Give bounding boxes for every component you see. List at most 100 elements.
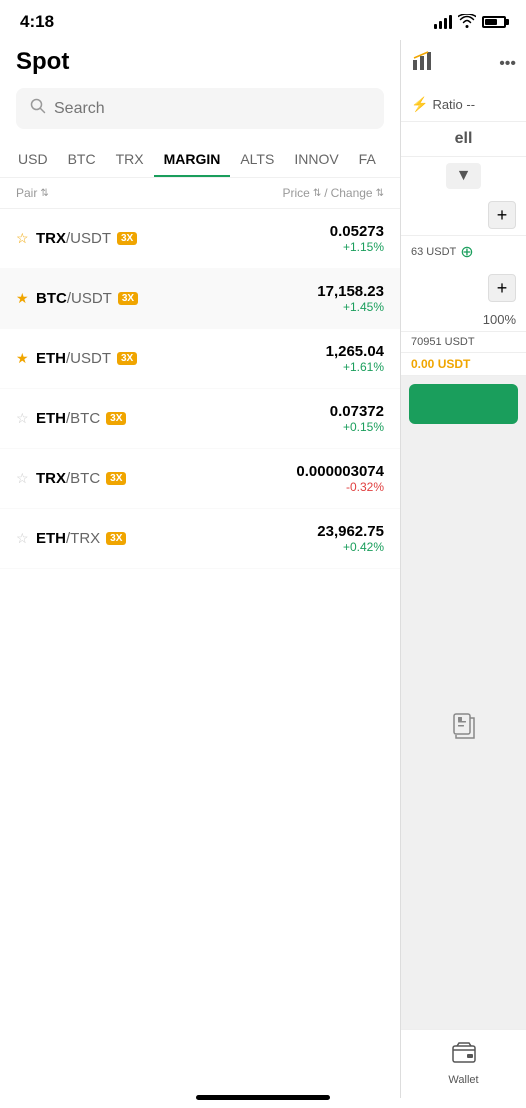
tabs-row: USD BTC TRX MARGIN ALTS INNOV FA [0, 141, 400, 178]
search-box[interactable] [16, 88, 384, 129]
pair-change: +1.15% [330, 240, 384, 254]
orange-amount-text: 0.00 USDT [411, 357, 470, 371]
plus-circle-icon[interactable]: ⊕ [460, 242, 473, 262]
home-indicator [196, 1095, 330, 1100]
pair-left: ☆ ETH/BTC 3X [16, 410, 126, 427]
star-icon[interactable]: ☆ [16, 530, 30, 547]
pair-badge: 3X [117, 352, 137, 365]
pair-row[interactable]: ☆ TRX/BTC 3X 0.000003074 -0.32% [0, 449, 400, 509]
pair-price: 0.05273 [330, 223, 384, 240]
buy-button[interactable] [409, 384, 518, 424]
tab-margin[interactable]: MARGIN [154, 141, 231, 177]
pair-right: 17,158.23 +1.45% [317, 283, 384, 314]
pair-name: TRX/BTC [36, 470, 100, 487]
signal-bars-icon [434, 15, 452, 29]
pair-row[interactable]: ★ ETH/USDT 3X 1,265.04 +1.61% [0, 329, 400, 389]
tab-usd[interactable]: USD [8, 141, 58, 177]
price-change-column-header[interactable]: Price ⇅ / Change ⇅ [282, 186, 384, 200]
plus-btn-row-1: + [401, 195, 526, 235]
status-icons [434, 14, 506, 31]
plus-button-2[interactable]: + [488, 274, 516, 302]
pair-price: 23,962.75 [317, 523, 384, 540]
status-time: 4:18 [20, 12, 54, 32]
right-top-bar: ••• [401, 40, 526, 88]
pair-price: 17,158.23 [317, 283, 384, 300]
doc-icon-area[interactable] [401, 701, 526, 760]
plus-button-1[interactable]: + [488, 201, 516, 229]
pair-right: 0.05273 +1.15% [330, 223, 384, 254]
wallet-section[interactable]: Wallet [401, 1029, 526, 1098]
document-icon [452, 713, 476, 748]
pair-right: 1,265.04 +1.61% [326, 343, 384, 374]
pair-row[interactable]: ☆ ETH/BTC 3X 0.07372 +0.15% [0, 389, 400, 449]
right-panel: ••• ⚡ Ratio -- ell ▼ + 63 USDT ⊕ + 100% [400, 40, 526, 1098]
pair-row[interactable]: ☆ ETH/TRX 3X 23,962.75 +0.42% [0, 509, 400, 569]
tab-btc[interactable]: BTC [58, 141, 106, 177]
search-icon [30, 98, 46, 119]
wifi-icon [458, 14, 476, 31]
pair-badge: 3X [106, 532, 126, 545]
star-icon[interactable]: ☆ [16, 230, 30, 247]
pair-change: -0.32% [296, 480, 384, 494]
pair-left: ★ ETH/USDT 3X [16, 350, 137, 367]
pair-price: 0.07372 [330, 403, 384, 420]
pair-name: TRX/USDT [36, 230, 111, 247]
pair-change: +1.45% [317, 300, 384, 314]
tab-trx[interactable]: TRX [106, 141, 154, 177]
pair-sort-icon: ⇅ [40, 188, 48, 199]
ratio-text: Ratio -- [432, 97, 475, 112]
pair-badge: 3X [117, 232, 137, 245]
battery-icon [482, 16, 506, 28]
tab-fa[interactable]: FA [349, 141, 386, 177]
right-bottom-spacer [401, 760, 526, 1029]
pair-row[interactable]: ☆ TRX/USDT 3X 0.05273 +1.15% [0, 209, 400, 269]
status-bar: 4:18 [0, 0, 526, 40]
pair-name: ETH/BTC [36, 410, 100, 427]
pair-change: +1.61% [326, 360, 384, 374]
table-header: Pair ⇅ Price ⇅ / Change ⇅ [0, 178, 400, 209]
star-icon[interactable]: ★ [16, 290, 30, 307]
pair-left: ☆ TRX/BTC 3X [16, 470, 126, 487]
pair-left: ★ BTC/USDT 3X [16, 290, 138, 307]
star-icon[interactable]: ☆ [16, 470, 30, 487]
dropdown-button[interactable]: ▼ [446, 163, 482, 189]
right-spacer [401, 432, 526, 701]
tab-alts[interactable]: ALTS [230, 141, 284, 177]
pair-right: 0.000003074 -0.32% [296, 463, 384, 494]
change-sort-icon: ⇅ [376, 188, 384, 199]
percent-display: 100% [401, 308, 526, 332]
orange-amount-display: 0.00 USDT [401, 353, 526, 376]
price-sort-icon: ⇅ [313, 188, 321, 199]
pair-badge: 3X [106, 412, 126, 425]
ratio-row: ⚡ Ratio -- [401, 88, 526, 122]
lightning-icon: ⚡ [411, 96, 428, 113]
pair-list: ☆ TRX/USDT 3X 0.05273 +1.15% ★ BTC/USDT [0, 209, 400, 1098]
pair-name: ETH/USDT [36, 350, 111, 367]
pair-change: +0.15% [330, 420, 384, 434]
search-input[interactable] [54, 100, 370, 118]
pair-badge: 3X [118, 292, 138, 305]
wallet-label: Wallet [448, 1074, 478, 1086]
pair-price: 0.000003074 [296, 463, 384, 480]
buy-sell-label: ell [401, 122, 526, 157]
pair-row[interactable]: ★ BTC/USDT 3X 17,158.23 +1.45% [0, 269, 400, 329]
price-display: 63 USDT ⊕ [401, 235, 526, 268]
header: Spot [0, 40, 400, 141]
main-layout: Spot USD BTC TRX MARGIN ALTS INNOV FA [0, 40, 526, 1098]
plus-btn-row-2: + [401, 268, 526, 308]
tab-innov[interactable]: INNOV [284, 141, 348, 177]
pair-left: ☆ ETH/TRX 3X [16, 530, 126, 547]
star-icon[interactable]: ☆ [16, 410, 30, 427]
more-options-icon[interactable]: ••• [499, 55, 516, 73]
star-icon[interactable]: ★ [16, 350, 30, 367]
pair-column-header[interactable]: Pair ⇅ [16, 186, 49, 200]
pair-right: 23,962.75 +0.42% [317, 523, 384, 554]
pair-name: BTC/USDT [36, 290, 112, 307]
pair-change: +0.42% [317, 540, 384, 554]
chart-icon[interactable] [411, 50, 433, 78]
page-title: Spot [16, 48, 384, 76]
pair-badge: 3X [106, 472, 126, 485]
pair-name: ETH/TRX [36, 530, 100, 547]
pair-price: 1,265.04 [326, 343, 384, 360]
dropdown-row: ▼ [401, 157, 526, 195]
